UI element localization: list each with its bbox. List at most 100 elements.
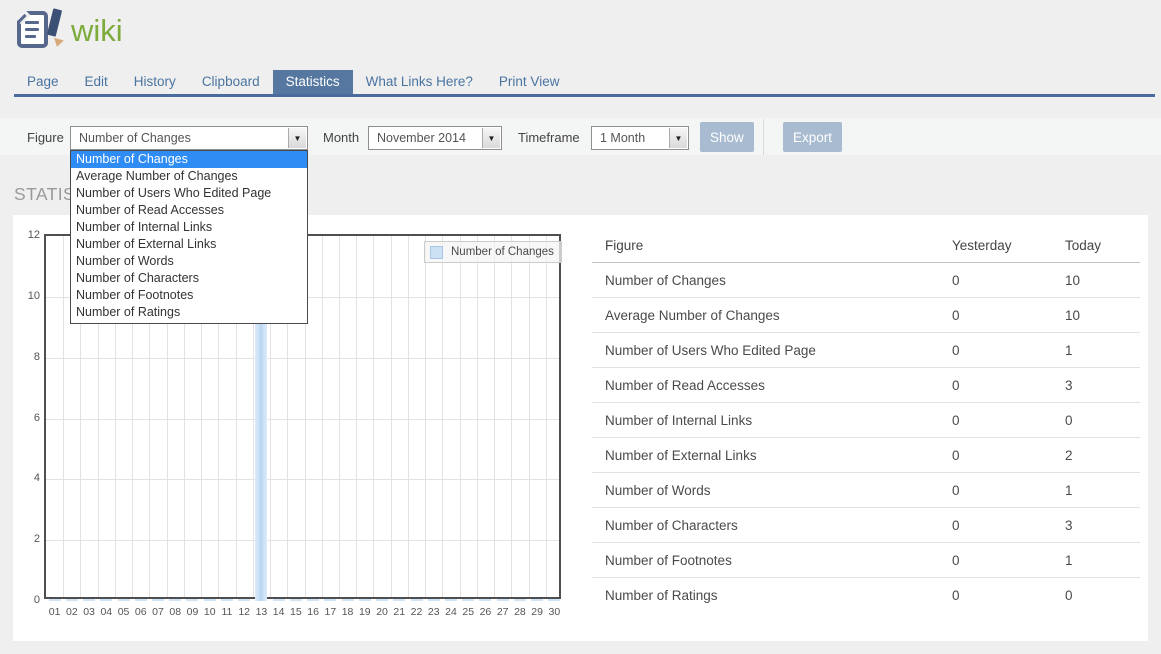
gridline-vertical (546, 236, 547, 597)
x-tick-label: 25 (460, 606, 477, 618)
bar-day-11 (221, 599, 233, 601)
app-title: wiki (71, 13, 123, 49)
x-tick-label: 17 (322, 606, 339, 618)
x-tick-label: 24 (442, 606, 459, 618)
today-cell: 1 (1065, 553, 1140, 568)
figure-label: Figure (27, 130, 64, 145)
bar-day-23 (428, 599, 440, 601)
figure-cell: Number of Internal Links (592, 413, 952, 428)
bar-day-24 (445, 599, 457, 601)
bar-day-25 (462, 599, 474, 601)
tab-what-links-here[interactable]: What Links Here? (353, 70, 486, 94)
x-tick-label: 11 (218, 606, 235, 618)
bar-day-04 (100, 599, 112, 601)
x-tick-label: 28 (511, 606, 528, 618)
figure-option-number-of-changes[interactable]: Number of Changes (71, 151, 307, 168)
figure-option-number-of-read-accesses[interactable]: Number of Read Accesses (71, 202, 307, 219)
bar-day-12 (238, 599, 250, 601)
pencil-icon (47, 8, 62, 36)
figure-option-number-of-characters[interactable]: Number of Characters (71, 270, 307, 287)
bar-day-02 (66, 599, 78, 601)
x-tick-label: 01 (46, 606, 63, 618)
gridline-vertical (442, 236, 443, 597)
chevron-down-icon[interactable]: ▼ (669, 128, 687, 148)
table-row-number-of-footnotes: Number of Footnotes01 (592, 543, 1140, 578)
today-cell: 10 (1065, 273, 1140, 288)
today-cell: 3 (1065, 518, 1140, 533)
x-tick-label: 14 (270, 606, 287, 618)
figure-select[interactable]: Number of Changes ▼ (70, 126, 308, 150)
tab-print-view[interactable]: Print View (486, 70, 573, 94)
figure-cell: Number of Characters (592, 518, 952, 533)
bar-day-20 (376, 599, 388, 601)
tab-page[interactable]: Page (14, 70, 72, 94)
bar-day-03 (83, 599, 95, 601)
timeframe-select-value: 1 Month (600, 127, 645, 149)
figure-cell: Number of Changes (592, 273, 952, 288)
month-select-value: November 2014 (377, 127, 466, 149)
bar-day-10 (204, 599, 216, 601)
show-button[interactable]: Show (700, 122, 754, 152)
table-row-number-of-ratings: Number of Ratings00 (592, 578, 1140, 613)
figure-option-number-of-footnotes[interactable]: Number of Footnotes (71, 287, 307, 304)
gridline-vertical (494, 236, 495, 597)
bar-day-05 (118, 599, 130, 601)
table-row-number-of-users-who-edited-page: Number of Users Who Edited Page01 (592, 333, 1140, 368)
yesterday-cell: 0 (952, 343, 1065, 358)
table-row-number-of-internal-links: Number of Internal Links00 (592, 403, 1140, 438)
bar-day-16 (307, 599, 319, 601)
wiki-statistics-page: wiki PageEditHistoryClipboardStatisticsW… (0, 0, 1161, 654)
stats-table-header: FigureYesterdayToday (592, 229, 1140, 263)
yesterday-cell: 0 (952, 378, 1065, 393)
x-tick-label: 29 (529, 606, 546, 618)
x-tick-label: 04 (98, 606, 115, 618)
today-cell: 0 (1065, 588, 1140, 603)
figure-cell: Number of Ratings (592, 588, 952, 603)
figure-option-number-of-internal-links[interactable]: Number of Internal Links (71, 219, 307, 236)
today-cell: 1 (1065, 483, 1140, 498)
figure-cell: Number of Read Accesses (592, 378, 952, 393)
tab-history[interactable]: History (121, 70, 189, 94)
gridline-vertical (356, 236, 357, 597)
stats-table: FigureYesterdayTodayNumber of Changes010… (592, 229, 1140, 613)
tab-statistics[interactable]: Statistics (273, 70, 353, 94)
gridline-vertical (529, 236, 530, 597)
bar-day-29 (531, 599, 543, 601)
bar-day-14 (273, 599, 285, 601)
x-tick-label: 18 (339, 606, 356, 618)
figure-option-number-of-external-links[interactable]: Number of External Links (71, 236, 307, 253)
today-cell: 10 (1065, 308, 1140, 323)
x-tick-label: 05 (115, 606, 132, 618)
tab-clipboard[interactable]: Clipboard (189, 70, 273, 94)
figure-select-value: Number of Changes (79, 127, 191, 149)
gridline-horizontal (46, 479, 559, 480)
x-tick-label: 02 (63, 606, 80, 618)
toolbar-divider (763, 119, 764, 155)
y-tick-label: 10 (18, 290, 40, 302)
month-select[interactable]: November 2014 ▼ (368, 126, 502, 150)
timeframe-select[interactable]: 1 Month ▼ (591, 126, 689, 150)
wiki-document-icon (17, 11, 48, 48)
gridline-vertical (511, 236, 512, 597)
bar-day-17 (324, 599, 336, 601)
x-tick-label: 21 (391, 606, 408, 618)
tab-underline (14, 94, 1155, 97)
figure-option-number-of-ratings[interactable]: Number of Ratings (71, 304, 307, 321)
gridline-vertical (477, 236, 478, 597)
tab-edit[interactable]: Edit (72, 70, 121, 94)
today-cell: 2 (1065, 448, 1140, 463)
export-button[interactable]: Export (783, 122, 842, 152)
bar-day-15 (290, 599, 302, 601)
figure-option-average-number-of-changes[interactable]: Average Number of Changes (71, 168, 307, 185)
pencil-tip-icon (52, 38, 64, 48)
figure-option-number-of-words[interactable]: Number of Words (71, 253, 307, 270)
chevron-down-icon[interactable]: ▼ (288, 128, 306, 148)
today-cell: 3 (1065, 378, 1140, 393)
bar-day-08 (169, 599, 181, 601)
figure-cell: Average Number of Changes (592, 308, 952, 323)
chevron-down-icon[interactable]: ▼ (482, 128, 500, 148)
tab-bar: PageEditHistoryClipboardStatisticsWhat L… (14, 70, 572, 94)
figure-cell: Number of External Links (592, 448, 952, 463)
figure-option-number-of-users-who-edited-page[interactable]: Number of Users Who Edited Page (71, 185, 307, 202)
figure-cell: Number of Users Who Edited Page (592, 343, 952, 358)
